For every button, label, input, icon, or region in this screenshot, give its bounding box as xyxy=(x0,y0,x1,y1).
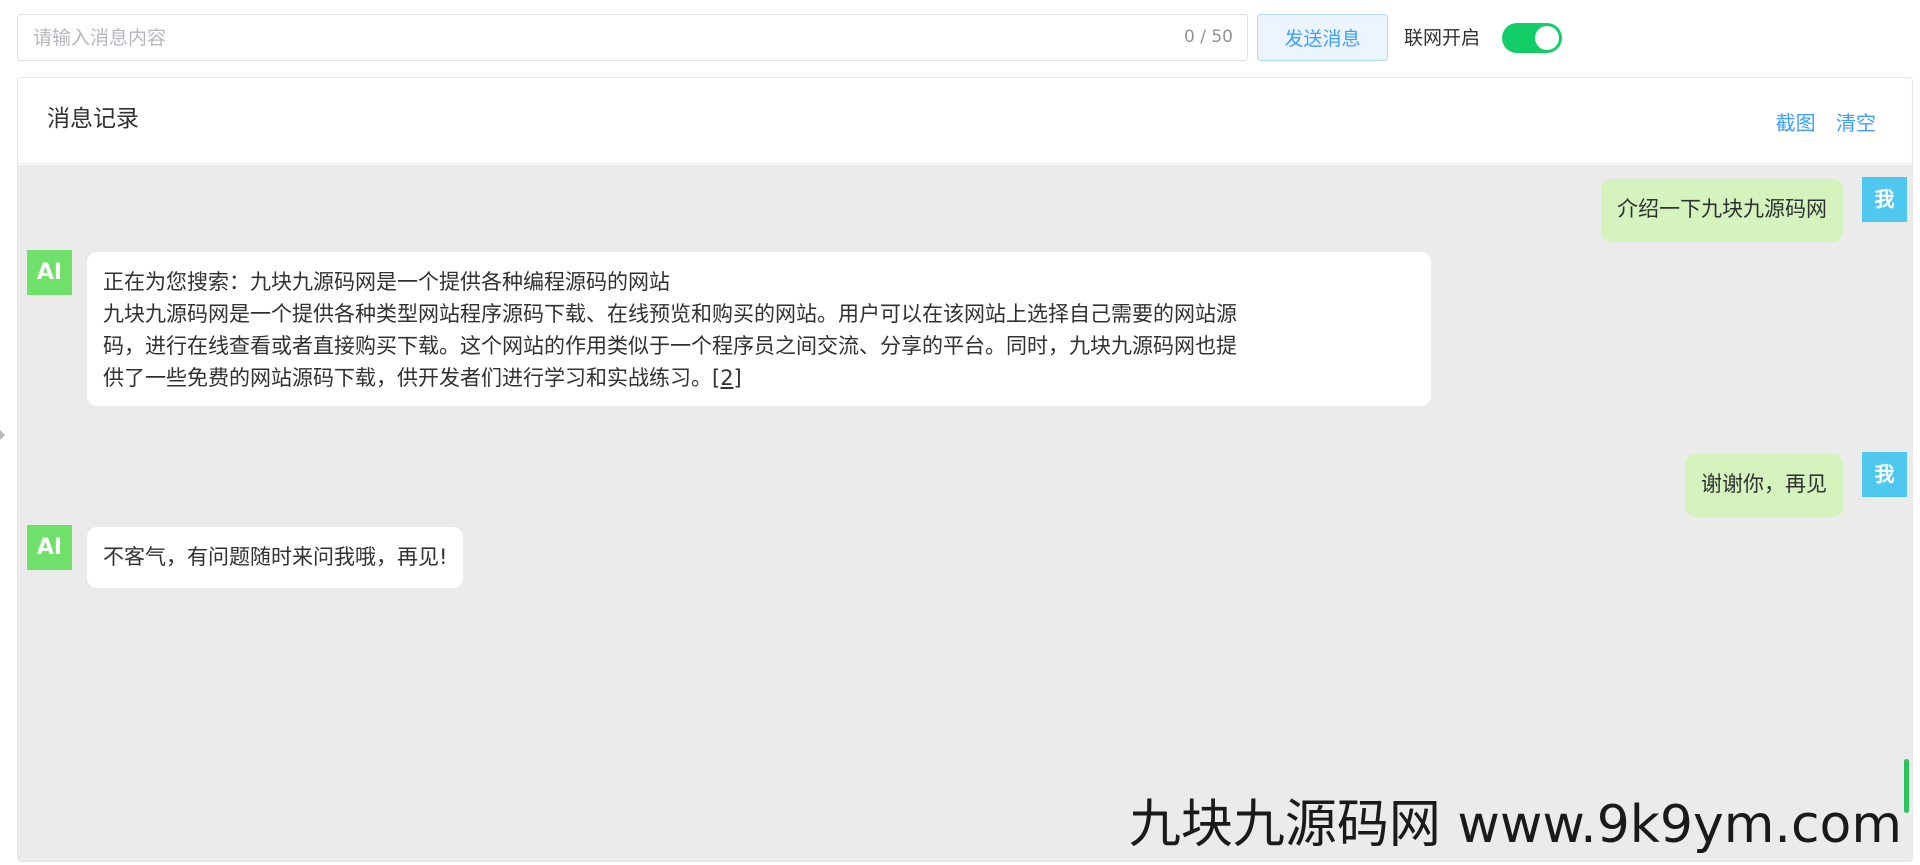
char-counter: 0 / 50 xyxy=(1184,27,1233,47)
panel-title: 消息记录 xyxy=(47,106,139,132)
screenshot-link[interactable]: 截图 xyxy=(1776,111,1816,135)
header-actions: 截图 清空 xyxy=(1762,108,1876,138)
user-message-bubble: 介绍一下九块九源码网 xyxy=(1601,179,1843,242)
network-toggle-switch[interactable] xyxy=(1502,23,1562,53)
ai-message-line-text: 供了一些免费的网站源码下载，供开发者们进行学习和实战练习。 xyxy=(103,366,712,390)
message-history-card: 消息记录 截图 清空 介绍一下九块九源码网 我 AI 正在为您搜索：九块九源码网… xyxy=(17,77,1913,862)
ai-avatar: AI xyxy=(27,250,72,295)
network-toggle-label: 联网开启 xyxy=(1404,27,1481,49)
ai-message-line: 九块九源码网是一个提供各种类型网站程序源码下载、在线预览和购买的网站。用户可以在… xyxy=(103,302,1237,326)
user-message-bubble: 谢谢你，再见 xyxy=(1685,454,1843,517)
ai-message-line: 正在为您搜索：九块九源码网是一个提供各种编程源码的网站 xyxy=(103,270,670,294)
ai-message-text: 不客气，有问题随时来问我哦，再见! xyxy=(103,545,448,569)
ai-message-bubble: 正在为您搜索：九块九源码网是一个提供各种编程源码的网站 九块九源码网是一个提供各… xyxy=(87,252,1431,406)
message-input[interactable] xyxy=(18,15,1247,60)
clear-link[interactable]: 清空 xyxy=(1836,111,1876,135)
chat-scrollbar-thumb[interactable] xyxy=(1904,759,1909,813)
toggle-knob xyxy=(1535,26,1559,50)
user-avatar: 我 xyxy=(1862,177,1907,222)
ai-message-line: 码，进行在线查看或者直接购买下载。这个网站的作用类似于一个程序员之间交流、分享的… xyxy=(103,334,1237,358)
top-toolbar: 0 / 50 发送消息 联网开启 xyxy=(0,0,1920,76)
chat-area[interactable]: 介绍一下九块九源码网 我 AI 正在为您搜索：九块九源码网是一个提供各种编程源码… xyxy=(18,165,1912,861)
sidebar-collapse-handle[interactable] xyxy=(0,430,5,440)
reference-link[interactable]: [2] xyxy=(712,366,742,390)
ai-message-bubble: 不客气，有问题随时来问我哦，再见! xyxy=(87,527,464,588)
message-input-wrapper: 0 / 50 xyxy=(17,14,1248,61)
card-header: 消息记录 截图 清空 xyxy=(18,78,1912,164)
user-message-text: 谢谢你，再见 xyxy=(1701,472,1827,496)
user-avatar: 我 xyxy=(1862,452,1907,497)
site-watermark: 九块九源码网 www.9k9ym.com xyxy=(1128,795,1902,855)
ai-avatar: AI xyxy=(27,525,72,570)
send-message-button[interactable]: 发送消息 xyxy=(1257,14,1388,61)
ai-message-line: 供了一些免费的网站源码下载，供开发者们进行学习和实战练习。[2] xyxy=(103,362,1415,394)
user-message-text: 介绍一下九块九源码网 xyxy=(1617,197,1827,221)
